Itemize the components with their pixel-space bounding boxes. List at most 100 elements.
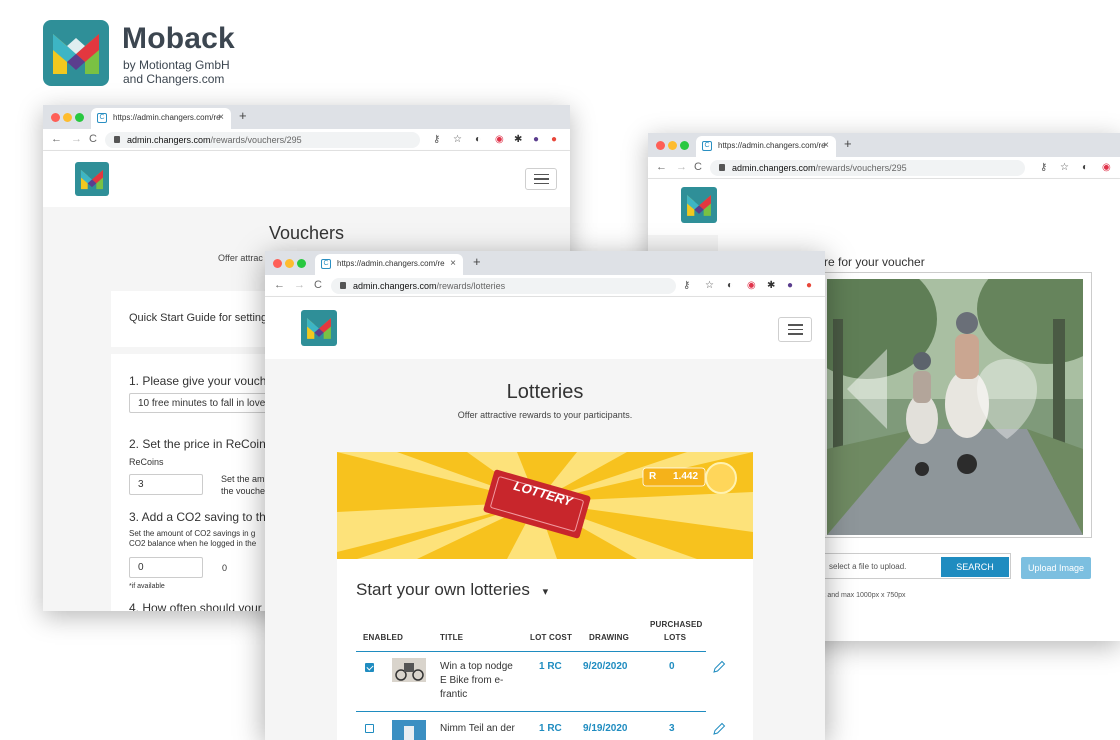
col-purchased-line1[interactable]: PURCHASED xyxy=(650,620,702,629)
edit-pencil-icon[interactable] xyxy=(712,722,726,736)
changers-favicon-icon: C xyxy=(321,259,331,269)
site-logo-icon[interactable] xyxy=(301,310,337,346)
minimize-window-dot[interactable] xyxy=(63,113,72,122)
recoins-help-line1: Set the am xyxy=(221,474,265,484)
col-drawing[interactable]: DRAWING xyxy=(589,633,629,642)
bookmark-star-icon[interactable]: ☆ xyxy=(1060,162,1069,173)
lock-icon xyxy=(719,164,725,171)
bookmark-star-icon[interactable]: ☆ xyxy=(453,134,462,145)
enabled-checkbox[interactable] xyxy=(365,724,374,733)
extension-orange-icon[interactable]: ● xyxy=(551,134,557,145)
extension-red-icon[interactable]: ◉ xyxy=(747,280,756,291)
url-field[interactable]: admin.changers.com/rewards/lotteries xyxy=(331,278,676,294)
voucher-preview-image xyxy=(827,279,1083,535)
minimize-window-dot[interactable] xyxy=(285,259,294,268)
row-purchased-lots: 0 xyxy=(669,661,675,672)
changers-favicon-icon: C xyxy=(97,113,107,123)
back-arrow-icon[interactable]: ← xyxy=(656,161,667,173)
puzzle-icon[interactable]: ✱ xyxy=(514,134,522,145)
col-enabled[interactable]: ENABLED xyxy=(363,633,403,642)
row-lot-cost: 1 RC xyxy=(539,661,562,672)
enabled-checkbox[interactable] xyxy=(365,663,374,672)
brand-subtitle-line2: and Changers.com xyxy=(123,72,225,86)
tab-close-icon[interactable]: × xyxy=(450,258,456,269)
changers-favicon-icon: C xyxy=(702,141,712,151)
step1-label: 1. Please give your voucher xyxy=(129,374,278,388)
tab-close-icon[interactable]: × xyxy=(218,112,224,123)
col-lot-cost[interactable]: LOT COST xyxy=(530,633,572,642)
forward-arrow-icon[interactable]: → xyxy=(676,161,687,173)
close-window-dot[interactable] xyxy=(51,113,60,122)
bookmark-star-icon[interactable]: ☆ xyxy=(705,280,714,291)
browser-tab[interactable]: C https://admin.changers.com/re × xyxy=(91,108,231,129)
url-field[interactable]: admin.changers.com/rewards/vouchers/295 xyxy=(105,132,420,148)
new-tab-icon[interactable]: + xyxy=(473,254,481,269)
co2-computed-value: 0 xyxy=(222,563,228,573)
search-file-button[interactable]: SEARCH xyxy=(941,557,1009,577)
page-subtitle: Offer attractive rewards to your partici… xyxy=(457,410,633,420)
edit-pencil-icon[interactable] xyxy=(712,660,726,674)
extension-orange-icon[interactable]: ● xyxy=(806,280,812,291)
zoom-window-dot[interactable] xyxy=(75,113,84,122)
moback-logo xyxy=(43,20,109,86)
address-bar: ← → C admin.changers.com/rewards/voucher… xyxy=(43,129,570,151)
key-icon[interactable]: ⚷ xyxy=(683,280,690,291)
extension-circle-icon[interactable]: ◐ xyxy=(475,134,481,145)
extension-circle-icon[interactable]: ◐ xyxy=(1082,162,1088,173)
key-icon[interactable]: ⚷ xyxy=(433,134,440,145)
co2-help-line2: CO2 balance when he logged in the xyxy=(129,539,257,548)
recoins-label: ReCoins xyxy=(129,457,164,467)
forward-arrow-icon[interactable]: → xyxy=(71,133,82,145)
close-window-dot[interactable] xyxy=(273,259,282,268)
new-tab-icon[interactable]: + xyxy=(239,108,247,123)
new-tab-icon[interactable]: + xyxy=(844,136,852,151)
profile-icon[interactable]: ● xyxy=(533,134,539,145)
row-title-line3: frantic xyxy=(440,689,468,700)
reload-icon[interactable]: C xyxy=(89,133,97,145)
step3-label: 3. Add a CO2 saving to this xyxy=(129,510,275,524)
url-field[interactable]: admin.changers.com/rewards/vouchers/295 xyxy=(710,160,1025,176)
col-title[interactable]: TITLE xyxy=(440,633,463,642)
header-divider xyxy=(356,651,706,652)
extension-red-icon[interactable]: ◉ xyxy=(1102,162,1111,173)
site-logo-icon[interactable] xyxy=(75,162,109,196)
extension-circle-icon[interactable]: ◐ xyxy=(727,280,733,291)
dropdown-caret-icon[interactable]: ▾ xyxy=(543,586,549,598)
site-logo-icon[interactable] xyxy=(681,187,717,223)
extension-red-icon[interactable]: ◉ xyxy=(495,134,504,145)
zoom-window-dot[interactable] xyxy=(680,141,689,150)
section-title-text: Start your own lotteries xyxy=(356,580,530,599)
site-header xyxy=(43,151,570,207)
url-host: admin.changers.com xyxy=(127,135,211,145)
section-title: Start your own lotteries ▾ xyxy=(356,580,548,600)
url-host: admin.changers.com xyxy=(353,281,437,291)
browser-tab[interactable]: C https://admin.changers.com/re × xyxy=(696,136,836,157)
voucher-name-input[interactable]: 10 free minutes to fall in love wi xyxy=(129,393,279,413)
upload-image-button[interactable]: Upload Image xyxy=(1021,557,1091,579)
tab-close-icon[interactable]: × xyxy=(823,140,829,151)
forward-arrow-icon[interactable]: → xyxy=(294,279,305,291)
menu-hamburger-icon[interactable] xyxy=(525,168,557,190)
row-drawing-date: 9/20/2020 xyxy=(583,661,628,672)
row-title-line1: Nimm Teil an der xyxy=(440,723,515,734)
row-purchased-lots: 3 xyxy=(669,723,675,734)
profile-icon[interactable]: ● xyxy=(787,280,793,291)
close-window-dot[interactable] xyxy=(656,141,665,150)
back-arrow-icon[interactable]: ← xyxy=(51,133,62,145)
zoom-window-dot[interactable] xyxy=(297,259,306,268)
row-divider xyxy=(356,711,706,712)
reload-icon[interactable]: C xyxy=(314,279,322,291)
back-arrow-icon[interactable]: ← xyxy=(274,279,285,291)
col-purchased-line2[interactable]: LOTS xyxy=(664,633,686,642)
menu-hamburger-icon[interactable] xyxy=(778,317,812,342)
co2-input[interactable]: 0 xyxy=(129,557,203,578)
puzzle-icon[interactable]: ✱ xyxy=(767,280,775,291)
page-title: Lotteries xyxy=(506,381,584,403)
co2-help-line1: Set the amount of CO2 savings in g xyxy=(129,529,256,538)
tab-bar: C https://admin.changers.com/re × + xyxy=(648,133,1120,157)
browser-tab[interactable]: C https://admin.changers.com/re × xyxy=(315,254,463,275)
recoins-input[interactable]: 3 xyxy=(129,474,203,495)
minimize-window-dot[interactable] xyxy=(668,141,677,150)
key-icon[interactable]: ⚷ xyxy=(1040,162,1047,173)
reload-icon[interactable]: C xyxy=(694,161,702,173)
